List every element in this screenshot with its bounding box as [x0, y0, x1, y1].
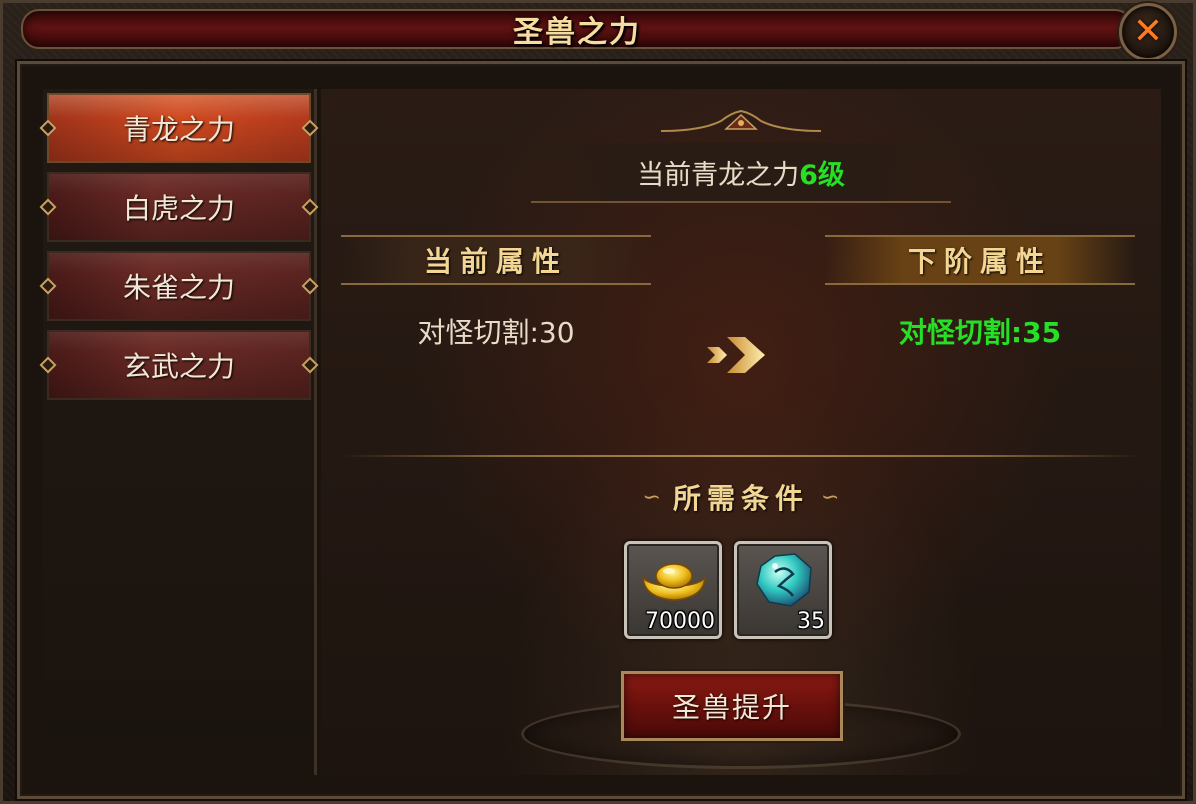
close-button[interactable]: ✕	[1119, 3, 1177, 61]
current-attr-title: 当前属性	[423, 245, 568, 278]
tab-label: 玄武之力	[122, 350, 235, 383]
tab-xuanwu[interactable]: 玄武之力	[39, 330, 319, 400]
item-slot-jade[interactable]: 35	[734, 541, 832, 639]
diamond-ornament-icon	[39, 198, 57, 216]
gold-ingot-icon	[642, 563, 706, 601]
item-count: 70000	[645, 609, 715, 634]
level-prefix: 当前青龙之力	[637, 159, 800, 191]
current-attr-value: 对怪切割:30	[417, 316, 575, 349]
next-attr-value: 对怪切割:35	[898, 316, 1062, 349]
level-value: 6级	[799, 159, 845, 191]
level-banner: 当前青龙之力 6级	[531, 143, 951, 203]
upgrade-button-label: 圣兽提升	[671, 691, 792, 724]
swirl-ornament-icon: ∽	[642, 484, 661, 510]
title-bar: 圣兽之力	[21, 9, 1133, 50]
upgrade-button[interactable]: 圣兽提升	[621, 671, 843, 741]
diamond-ornament-icon	[301, 356, 319, 374]
diamond-ornament-icon	[301, 277, 319, 295]
close-icon[interactable]: ✕	[1133, 14, 1163, 50]
section-divider	[341, 455, 1141, 457]
crown-ornament-icon	[660, 109, 822, 132]
diamond-ornament-icon	[301, 119, 319, 137]
swirl-ornament-icon: ∽	[821, 484, 840, 510]
item-slot-gold[interactable]: 70000	[624, 541, 722, 639]
tab-zhuque[interactable]: 朱雀之力	[39, 251, 319, 321]
diamond-ornament-icon	[39, 277, 57, 295]
tab-qinglong[interactable]: 青龙之力	[39, 93, 319, 163]
beast-tab-list: 青龙之力 白虎之力 朱雀之力 玄武之力	[39, 89, 319, 775]
diamond-ornament-icon	[39, 356, 57, 374]
requirements-title-row: ∽ 所需条件 ∽	[591, 477, 891, 517]
tab-label: 青龙之力	[122, 113, 235, 146]
window-title: 圣兽之力	[513, 15, 641, 50]
tab-label: 朱雀之力	[122, 271, 235, 304]
current-attr-header: 当前属性	[341, 235, 651, 285]
diamond-ornament-icon	[39, 119, 57, 137]
diamond-ornament-icon	[301, 198, 319, 216]
window-frame: 圣兽之力 ✕ 青龙之力 白虎之力 朱雀之力 玄武之力 当前青龙之力 6级 当前属…	[0, 0, 1196, 804]
item-count: 35	[797, 609, 825, 634]
requirements-title: 所需条件	[672, 482, 809, 515]
double-arrow-icon	[707, 337, 765, 373]
main-panel: 当前青龙之力 6级 当前属性 下阶属性 对怪切割:30 对怪切割:35 ∽ 所需条…	[321, 89, 1161, 775]
next-attr-title: 下阶属性	[907, 245, 1052, 278]
tab-baihu[interactable]: 白虎之力	[39, 172, 319, 242]
tab-label: 白虎之力	[122, 192, 235, 225]
next-attr-header: 下阶属性	[825, 235, 1135, 285]
jade-stone-icon	[756, 553, 812, 607]
